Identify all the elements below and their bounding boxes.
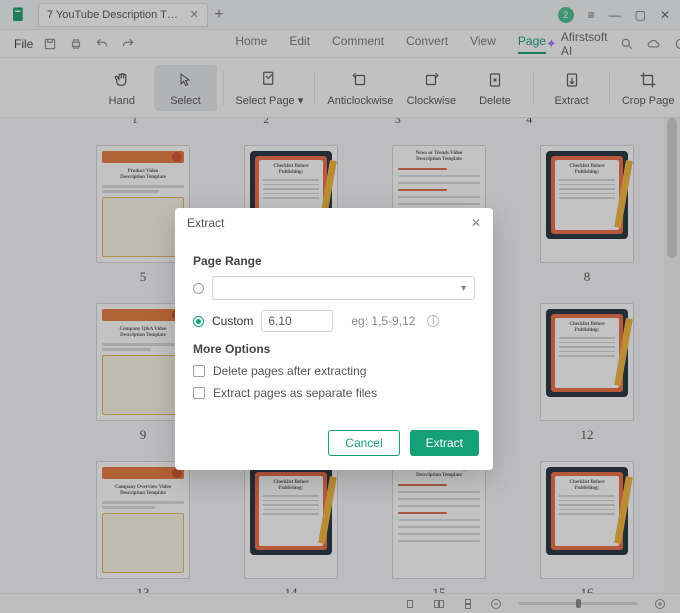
custom-label: Custom: [212, 314, 253, 328]
radio-custom[interactable]: [193, 316, 204, 327]
info-icon[interactable]: i: [427, 315, 439, 327]
extract-button[interactable]: Extract: [410, 430, 479, 456]
custom-range-input[interactable]: [261, 310, 333, 332]
checkbox-separate-files[interactable]: [193, 387, 205, 399]
extract-dialog: Extract ✕ Page Range ▼ Custom eg: 1,5-9,…: [175, 208, 493, 470]
range-dropdown[interactable]: ▼: [212, 276, 475, 300]
section-page-range: Page Range: [193, 254, 475, 268]
radio-preset[interactable]: [193, 283, 204, 294]
dialog-title: Extract: [187, 216, 224, 230]
cancel-button[interactable]: Cancel: [328, 430, 399, 456]
section-more-options: More Options: [193, 342, 475, 356]
chevron-down-icon: ▼: [459, 283, 468, 293]
dialog-close-icon[interactable]: ✕: [471, 216, 481, 230]
checkbox-delete-after[interactable]: [193, 365, 205, 377]
example-text: eg: 1,5-9,12: [351, 314, 415, 328]
